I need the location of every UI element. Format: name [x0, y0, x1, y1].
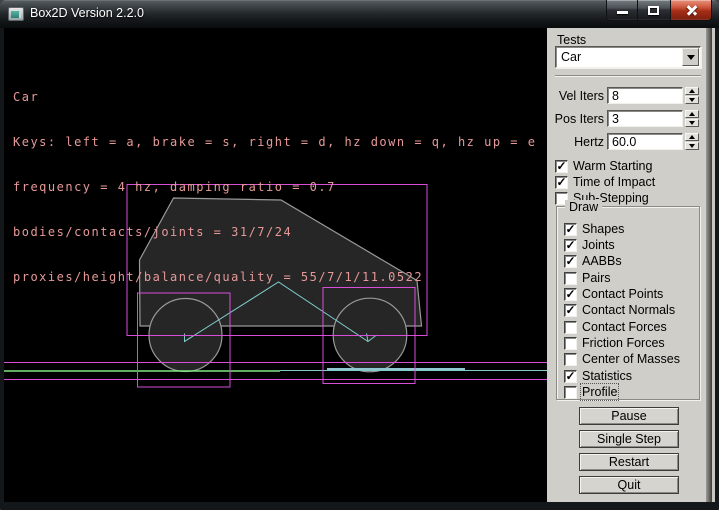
checkbox-label: Joints — [582, 238, 615, 252]
maximize-icon — [648, 6, 659, 15]
checkbox-contact-normals[interactable]: ✓ Contact Normals — [564, 303, 675, 317]
checkbox-label: Shapes — [582, 222, 624, 236]
arrow-down-icon — [689, 144, 695, 148]
checkbox-center-of-masses[interactable]: Center of Masses — [564, 352, 680, 366]
stats-text: Car Keys: left = a, brake = s, right = d… — [13, 60, 536, 315]
box2d-window: Box2D Version 2.2.0 — [0, 0, 719, 510]
arrow-down-icon — [689, 121, 695, 125]
arrow-up-icon — [689, 89, 695, 93]
test-name: Car — [13, 90, 536, 105]
checkbox-label: Pairs — [582, 271, 610, 285]
close-button[interactable] — [670, 0, 712, 21]
spinner-up-button[interactable] — [685, 110, 699, 118]
spinner-down-button[interactable] — [685, 142, 699, 150]
app-icon — [8, 7, 24, 21]
vel-iters-input[interactable]: 8 — [607, 87, 683, 104]
proxies-stats: proxies/height/balance/quality = 55/7/1/… — [13, 270, 536, 285]
pos-iters-input[interactable]: 3 — [607, 110, 683, 127]
dropdown-arrow-button[interactable] — [682, 48, 699, 66]
spinner-up-button[interactable] — [685, 133, 699, 141]
arrow-up-icon — [689, 135, 695, 139]
keys-help: Keys: left = a, brake = s, right = d, hz… — [13, 135, 536, 150]
pos-iters-spinner[interactable] — [685, 110, 699, 127]
arrow-down-icon — [689, 98, 695, 102]
checkbox-box[interactable]: ✓ — [564, 304, 577, 317]
vel-iters-spinner[interactable] — [685, 87, 699, 104]
hertz-label: Hertz — [547, 135, 604, 149]
bodies-stats: bodies/contacts/joints = 31/7/24 — [13, 225, 536, 240]
spinner-up-button[interactable] — [685, 87, 699, 95]
test-select-value: Car — [561, 49, 581, 66]
checkbox-box[interactable]: ✓ — [555, 176, 568, 189]
checkbox-box[interactable] — [564, 272, 577, 285]
simulation-canvas[interactable]: Car Keys: left = a, brake = s, right = d… — [4, 28, 547, 502]
checkbox-label: Warm Starting — [573, 159, 652, 173]
checkbox-label: Contact Forces — [582, 320, 667, 334]
control-panel: Tests Car Vel Iters 8 Pos Iters 3 — [547, 28, 715, 502]
spinner-down-button[interactable] — [685, 96, 699, 104]
checkbox-pairs[interactable]: Pairs — [564, 271, 610, 285]
checkbox-label: Profile — [582, 385, 617, 399]
spinner-down-button[interactable] — [685, 119, 699, 127]
checkbox-box[interactable]: ✓ — [564, 239, 577, 252]
maximize-button[interactable] — [638, 0, 670, 21]
checkbox-box[interactable]: ✓ — [564, 255, 577, 268]
checkbox-box[interactable]: ✓ — [555, 160, 568, 173]
checkbox-box[interactable] — [564, 337, 577, 350]
pos-iters-label: Pos Iters — [547, 112, 604, 126]
frequency-info: frequency = 4 hz, damping ratio = 0.7 — [13, 180, 536, 195]
single-step-button[interactable]: Single Step — [579, 430, 679, 448]
quit-button[interactable]: Quit — [579, 476, 679, 494]
chevron-down-icon — [687, 55, 695, 60]
checkbox-label: Time of Impact — [573, 175, 655, 189]
checkbox-box[interactable]: ✓ — [564, 288, 577, 301]
checkbox-time-of-impact[interactable]: ✓ Time of Impact — [555, 175, 655, 189]
tests-label: Tests — [557, 33, 586, 47]
checkbox-label: Center of Masses — [582, 352, 680, 366]
pause-button[interactable]: Pause — [579, 407, 679, 425]
panel-edge — [712, 28, 715, 502]
checkbox-box[interactable]: ✓ — [564, 223, 577, 236]
checkbox-shapes[interactable]: ✓ Shapes — [564, 222, 624, 236]
restart-button[interactable]: Restart — [579, 453, 679, 471]
titlebar[interactable]: Box2D Version 2.2.0 — [0, 0, 719, 28]
hertz-input[interactable]: 60.0 — [607, 133, 683, 150]
checkbox-label: AABBs — [582, 254, 622, 268]
minimize-button[interactable] — [606, 0, 638, 21]
arrow-up-icon — [689, 112, 695, 116]
hertz-spinner[interactable] — [685, 133, 699, 150]
checkbox-label: Statistics — [582, 369, 632, 383]
test-select-dropdown[interactable]: Car — [555, 46, 701, 68]
window-title: Box2D Version 2.2.0 — [30, 0, 144, 28]
checkbox-contact-forces[interactable]: Contact Forces — [564, 320, 667, 334]
checkbox-label: Friction Forces — [582, 336, 665, 350]
checkbox-box[interactable] — [564, 353, 577, 366]
minimize-icon — [617, 11, 628, 14]
checkbox-joints[interactable]: ✓ Joints — [564, 238, 615, 252]
vel-iters-label: Vel Iters — [547, 89, 604, 103]
checkbox-warm-starting[interactable]: ✓ Warm Starting — [555, 159, 652, 173]
checkbox-label: Contact Points — [582, 287, 663, 301]
checkbox-aabbs[interactable]: ✓ AABBs — [564, 254, 622, 268]
client-area: Car Keys: left = a, brake = s, right = d… — [4, 28, 715, 502]
separator — [555, 75, 701, 77]
checkbox-statistics[interactable]: ✓ Statistics — [564, 369, 632, 383]
close-icon — [685, 4, 698, 17]
checkbox-friction-forces[interactable]: Friction Forces — [564, 336, 665, 350]
checkbox-contact-points[interactable]: ✓ Contact Points — [564, 287, 663, 301]
checkbox-label: Contact Normals — [582, 303, 675, 317]
checkbox-box[interactable] — [564, 386, 577, 399]
checkbox-box[interactable]: ✓ — [564, 370, 577, 383]
checkbox-box[interactable] — [564, 321, 577, 334]
draw-group-label: Draw — [565, 200, 602, 214]
checkbox-profile[interactable]: Profile — [564, 385, 617, 399]
